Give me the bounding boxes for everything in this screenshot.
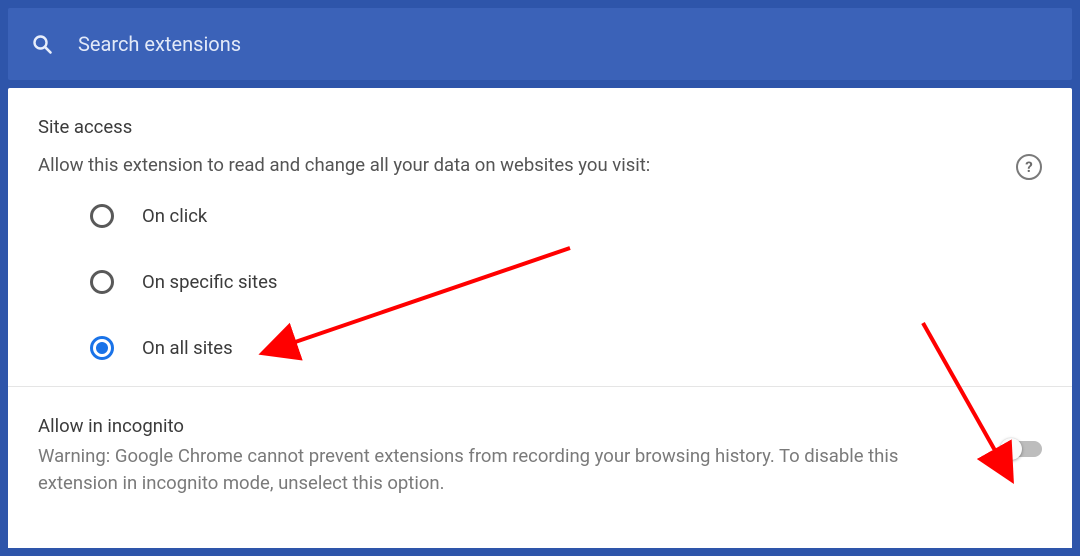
site-access-section: Site access Allow this extension to read…	[8, 88, 1072, 386]
radio-icon	[90, 336, 114, 360]
radio-label: On all sites	[142, 337, 233, 359]
incognito-section: Allow in incognito Warning: Google Chrom…	[8, 386, 1072, 523]
radio-on-all-sites[interactable]: On all sites	[90, 336, 1042, 360]
incognito-toggle[interactable]	[1002, 441, 1042, 457]
help-icon[interactable]: ?	[1016, 154, 1042, 180]
site-access-title: Site access	[38, 116, 1042, 138]
incognito-title: Allow in incognito	[38, 415, 978, 437]
radio-icon	[90, 204, 114, 228]
radio-icon	[90, 270, 114, 294]
site-access-description: Allow this extension to read and change …	[38, 152, 650, 179]
incognito-warning: Warning: Google Chrome cannot prevent ex…	[38, 443, 978, 497]
search-bar	[8, 8, 1072, 80]
radio-label: On specific sites	[142, 271, 277, 293]
search-icon	[30, 32, 54, 56]
toggle-knob	[1000, 438, 1022, 460]
search-input[interactable]	[78, 32, 1050, 56]
site-access-radio-group: On click On specific sites On all sites	[38, 204, 1042, 360]
radio-on-specific-sites[interactable]: On specific sites	[90, 270, 1042, 294]
radio-label: On click	[142, 205, 207, 227]
radio-on-click[interactable]: On click	[90, 204, 1042, 228]
settings-panel: Site access Allow this extension to read…	[8, 88, 1072, 548]
